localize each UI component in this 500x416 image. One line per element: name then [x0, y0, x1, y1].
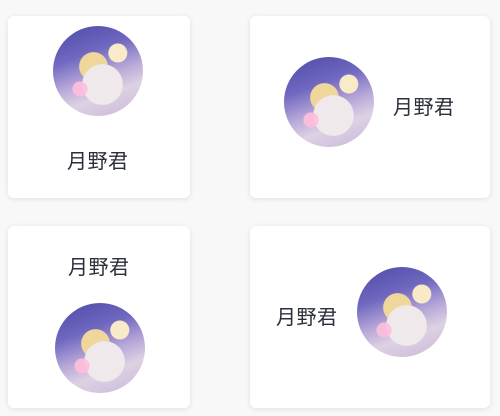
profile-name: 月野君: [276, 305, 338, 329]
profile-name: 月野君: [67, 149, 129, 173]
profile-card-avatar-left: 月野君: [250, 16, 490, 198]
avatar: [284, 57, 374, 147]
profile-card-avatar-right: 月野君: [250, 226, 490, 408]
avatar: [55, 303, 145, 393]
profile-card-avatar-bottom: 月野君: [8, 226, 190, 408]
profile-name: 月野君: [393, 95, 455, 119]
profile-name: 月野君: [68, 255, 130, 279]
avatar: [53, 26, 143, 116]
profile-card-avatar-top: 月野君: [8, 16, 190, 198]
avatar: [357, 267, 447, 357]
